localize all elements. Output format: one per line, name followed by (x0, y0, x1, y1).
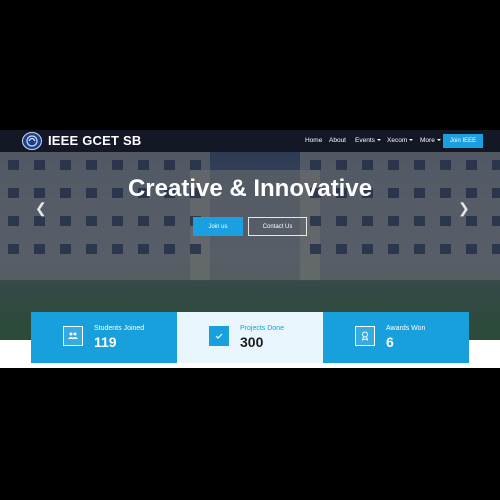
ieee-logo-icon[interactable] (22, 132, 42, 150)
chevron-down-icon (376, 139, 381, 142)
stat-value: 300 (240, 334, 264, 350)
chevron-down-icon (436, 139, 441, 142)
award-icon (355, 326, 375, 346)
nav-home[interactable]: Home (305, 137, 322, 144)
stat-value: 119 (94, 334, 117, 350)
stat-label: Awards Won (386, 325, 426, 332)
stat-students-joined: Students Joined 119 (31, 312, 177, 363)
website-viewport: IEEE GCET SB Home About Events Xecom Mor… (0, 130, 500, 368)
site-brand[interactable]: IEEE GCET SB (48, 133, 141, 148)
contact-us-button[interactable]: Contact Us (248, 217, 307, 236)
hero-section: IEEE GCET SB Home About Events Xecom Mor… (0, 130, 500, 340)
check-icon (209, 326, 229, 346)
stat-label: Projects Done (240, 325, 284, 332)
join-us-button[interactable]: Join us (193, 217, 243, 236)
nav-more[interactable]: More (420, 137, 441, 144)
stat-label: Students Joined (94, 325, 145, 332)
stats-bar: Students Joined 119 Projects Done 300 Aw… (31, 312, 469, 363)
stat-value: 6 (386, 334, 394, 350)
nav-more-label: More (420, 137, 435, 144)
chevron-down-icon (409, 139, 414, 142)
stat-projects-done: Projects Done 300 (177, 312, 323, 363)
nav-about[interactable]: About (329, 137, 346, 144)
nav-events-label: Events (355, 137, 375, 144)
users-icon (63, 326, 83, 346)
nav-home-label: Home (305, 137, 323, 144)
join-ieee-button[interactable]: Join IEEE (443, 134, 483, 148)
nav-xecom-label: Xecom (387, 137, 408, 144)
hero-title: Creative & Innovative (127, 175, 373, 202)
nav-events[interactable]: Events (355, 137, 381, 144)
nav-xecom[interactable]: Xecom (387, 137, 414, 144)
nav-about-label: About (329, 137, 346, 144)
stat-awards-won: Awards Won 6 (323, 312, 469, 363)
navbar: IEEE GCET SB Home About Events Xecom Mor… (0, 130, 500, 152)
